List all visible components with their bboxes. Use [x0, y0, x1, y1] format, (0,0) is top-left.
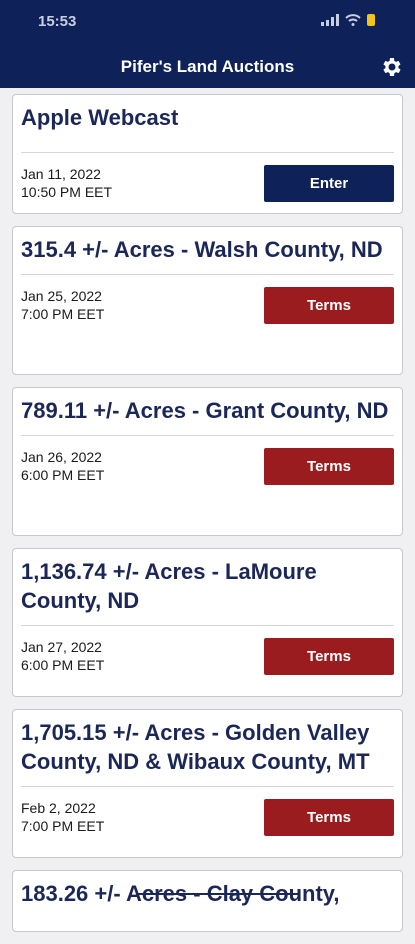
- auction-card: 1,136.74 +/- Acres - LaMoure County, ND …: [12, 548, 403, 697]
- terms-button[interactable]: Terms: [264, 799, 394, 836]
- auction-time: 7:00 PM EET: [21, 818, 105, 834]
- auction-card: 789.11 +/- Acres - Grant County, ND Jan …: [12, 387, 403, 536]
- gear-icon[interactable]: [379, 55, 403, 79]
- auction-card: 1,705.15 +/- Acres - Golden Valley Count…: [12, 709, 403, 858]
- auction-datetime: Feb 2, 2022 7:00 PM EET: [21, 799, 104, 835]
- wifi-icon: [345, 14, 361, 26]
- auction-title: 1,705.15 +/- Acres - Golden Valley Count…: [21, 720, 370, 774]
- auction-date: Jan 26, 2022: [21, 449, 102, 465]
- auction-datetime: Jan 26, 2022 6:00 PM EET: [21, 448, 104, 484]
- auction-datetime: Jan 25, 2022 7:00 PM EET: [21, 287, 104, 323]
- terms-button[interactable]: Terms: [264, 448, 394, 485]
- app-title: Pifer's Land Auctions: [120, 57, 295, 76]
- auction-card: Apple Webcast Jan 11, 2022 10:50 PM EET …: [12, 94, 403, 214]
- strikethrough-line: [138, 893, 298, 895]
- signal-icon: [321, 14, 339, 26]
- auction-date: Jan 11, 2022: [21, 166, 101, 182]
- auction-date: Jan 25, 2022: [21, 288, 102, 304]
- status-time: 15:53: [38, 13, 77, 30]
- auction-title: 183.26 +/- Acres - Clay County,: [13, 871, 402, 908]
- battery-icon: [367, 14, 375, 26]
- terms-button[interactable]: Terms: [264, 638, 394, 675]
- app-header: 15:53 Pifer's Land Auctions: [0, 0, 415, 88]
- auction-time: 6:00 PM EET: [21, 657, 105, 673]
- auction-datetime: Jan 27, 2022 6:00 PM EET: [21, 638, 104, 674]
- auction-title: 1,136.74 +/- Acres - LaMoure County, ND: [21, 559, 317, 613]
- enter-button[interactable]: Enter: [264, 165, 394, 202]
- auction-time: 7:00 PM EET: [21, 306, 105, 322]
- auction-date: Feb 2, 2022: [21, 800, 96, 816]
- auction-date: Jan 27, 2022: [21, 639, 102, 655]
- auction-card: 315.4 +/- Acres - Walsh County, ND Jan 2…: [12, 226, 403, 375]
- auction-card: 183.26 +/- Acres - Clay County,: [12, 870, 403, 932]
- auction-time: 10:50 PM EET: [21, 184, 113, 200]
- auction-title: Apple Webcast: [21, 105, 179, 130]
- auction-datetime: Jan 11, 2022 10:50 PM EET: [21, 165, 112, 201]
- terms-button[interactable]: Terms: [264, 287, 394, 324]
- auction-title: 789.11 +/- Acres - Grant County, ND: [21, 398, 389, 423]
- status-icons: [321, 14, 375, 26]
- auction-time: 6:00 PM EET: [21, 467, 105, 483]
- auction-title: 315.4 +/- Acres - Walsh County, ND: [21, 237, 383, 262]
- auction-list: Apple Webcast Jan 11, 2022 10:50 PM EET …: [12, 94, 403, 944]
